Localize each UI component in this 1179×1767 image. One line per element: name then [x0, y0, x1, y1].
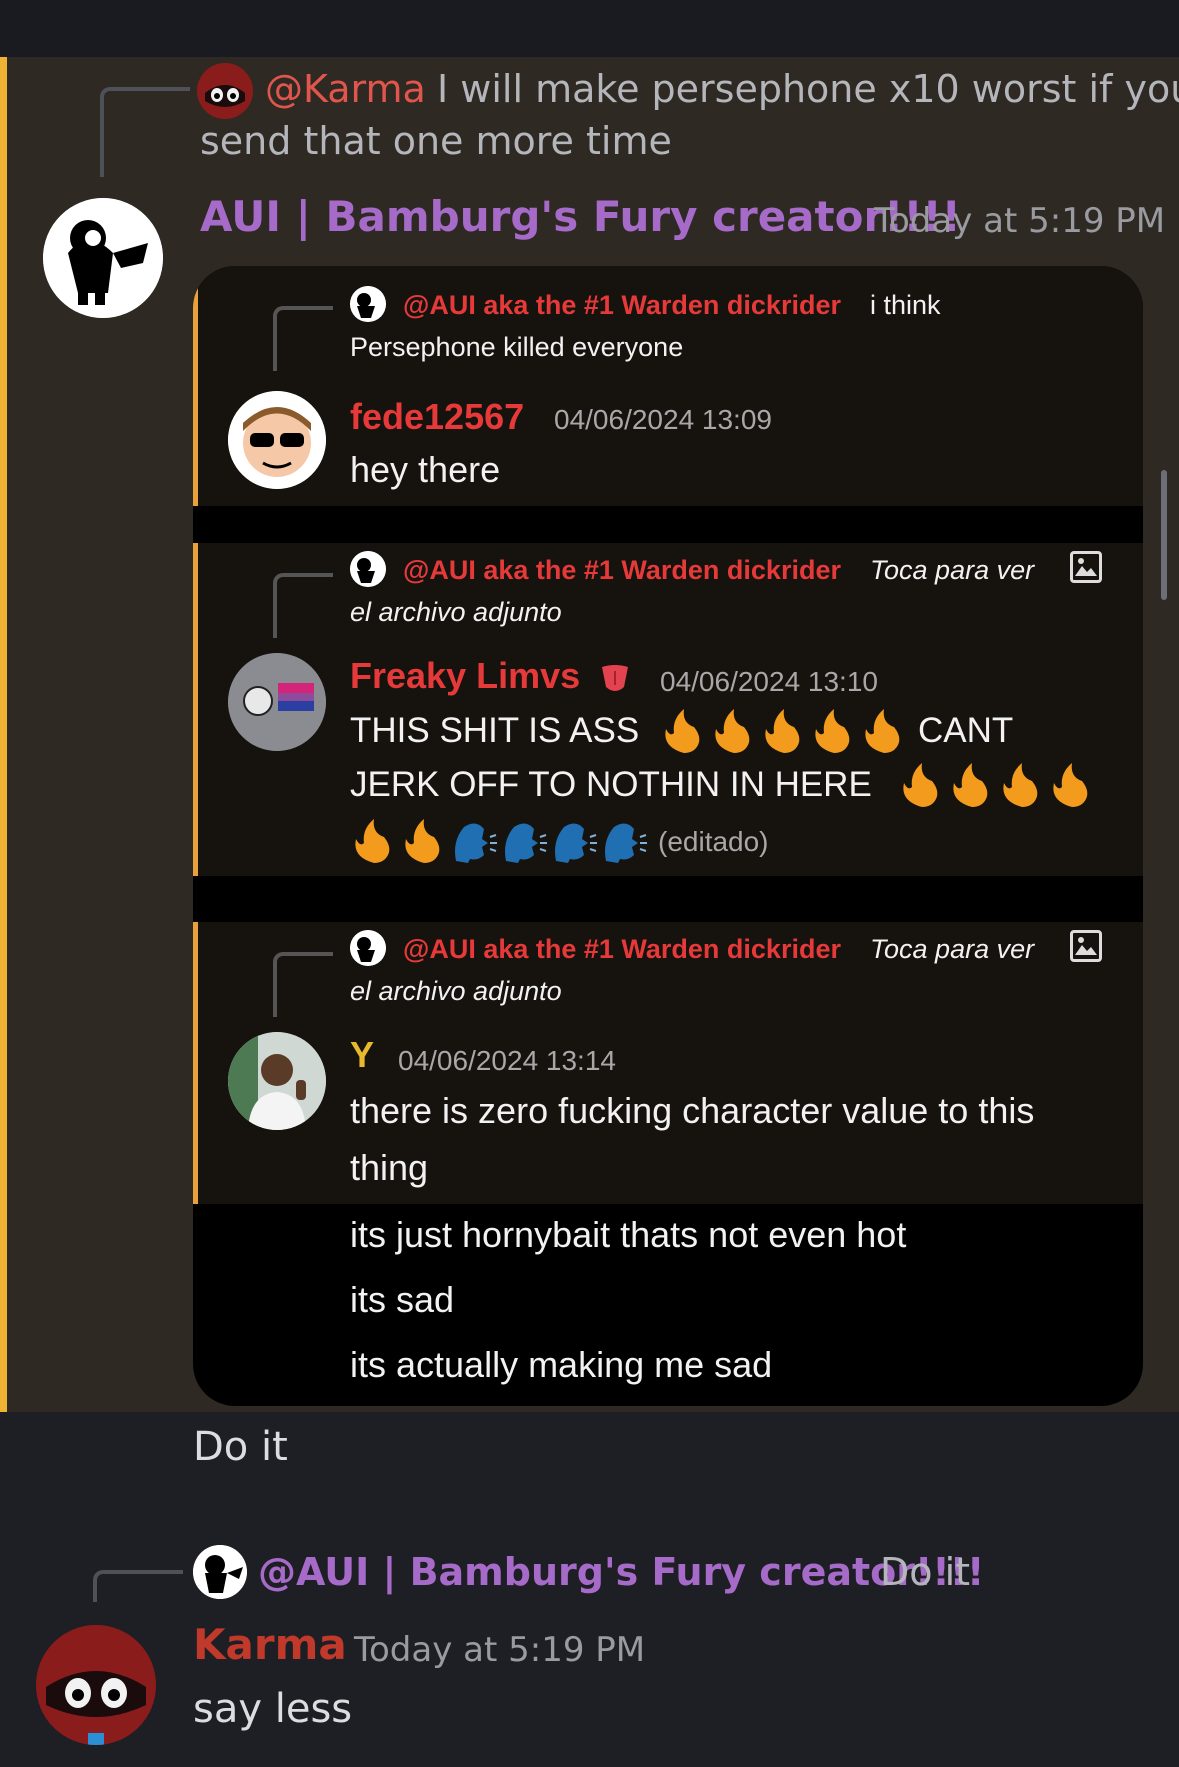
embedded-reply-avatar [350, 551, 386, 587]
author-avatar-karma[interactable] [36, 1625, 156, 1745]
embedded-message-3: @AUI aka the #1 Warden dickrider Toca pa… [193, 922, 1143, 1204]
fire-emoji-row-2 [898, 761, 1098, 813]
embedded-reply-avatar [350, 930, 386, 966]
embedded-avatar-y [228, 1032, 326, 1130]
message-timestamp-karma: Today at 5:19 PM [354, 1630, 646, 1670]
embedded-avatar-fede [228, 391, 326, 489]
embedded-reply-text2: el archivo adjunto [350, 597, 562, 627]
reply-preview-2: Do it [880, 1550, 971, 1594]
embedded-reply-mention: @AUI aka the #1 Warden dickrider [403, 934, 841, 964]
reply-avatar-karma[interactable] [197, 63, 253, 119]
reply-avatar-aui[interactable] [193, 1545, 247, 1599]
image-attachment-icon [1070, 551, 1102, 583]
author-avatar[interactable] [43, 198, 163, 318]
attached-image[interactable]: @AUI aka the #1 Warden dickrider i think… [193, 266, 1143, 1406]
embedded-time-fede: 04/06/2024 13:09 [554, 404, 772, 435]
image-attachment-icon [1070, 930, 1102, 962]
tongue-emoji-icon [598, 661, 632, 695]
message-timestamp: Today at 5:19 PM [874, 201, 1166, 241]
embedded-body-line1b: CANT [918, 711, 1014, 750]
message-author-karma[interactable]: Karma [193, 1620, 347, 1669]
embedded-body-line1: THIS SHIT IS ASS [350, 711, 640, 750]
karma-face-icon [197, 63, 253, 119]
embedded-body-y-line1: there is zero fucking character value to… [350, 1090, 1035, 1131]
embedded-reply-avatar [350, 286, 386, 322]
edited-label: (editado) [658, 826, 769, 857]
embedded-reply-text: i think [870, 290, 941, 320]
bamburg-mini-icon [350, 286, 386, 322]
reply-preview-line2: send that one more time [200, 119, 672, 163]
sunglasses-face-icon [228, 391, 326, 489]
embedded-author-fede: fede12567 [350, 396, 525, 437]
embedded-extra-line-2: its sad [350, 1279, 455, 1320]
message-body-karma: say less [193, 1686, 353, 1732]
embedded-reply-connector [273, 306, 333, 371]
embedded-body-line2: JERK OFF TO NOTHIN IN HERE [350, 765, 872, 804]
reply-mention-2[interactable]: @AUI | Bamburg's Fury creator!!!! [258, 1550, 984, 1594]
karma-face-icon [36, 1625, 156, 1745]
embedded-author-y: Y [350, 1034, 375, 1075]
person-photo-icon [228, 1032, 326, 1130]
reply-preview-line1: I will make persephone x10 worst if you [437, 67, 1179, 111]
fire-emoji-row-1 [660, 707, 910, 759]
embedded-reply-mention: @AUI aka the #1 Warden dickrider [403, 290, 841, 320]
scrollbar[interactable] [1161, 470, 1167, 600]
embedded-message-1: @AUI aka the #1 Warden dickrider i think… [193, 266, 1143, 506]
embedded-extra-line-3: its actually making me sad [350, 1344, 773, 1385]
embedded-body-y-line2: thing [350, 1147, 429, 1188]
embedded-extra-line-1: its just hornybait thats not even hot [350, 1214, 907, 1255]
embedded-reply-text: Toca para ver [870, 934, 1035, 964]
embedded-body-fede: hey there [350, 449, 501, 490]
reply-connector [100, 87, 190, 177]
embedded-reply-connector [273, 573, 333, 638]
flag-avatar-icon [228, 653, 326, 751]
top-bar [0, 0, 1179, 57]
reply-connector-2 [93, 1570, 183, 1602]
embedded-reply-connector [273, 952, 333, 1017]
embedded-reply-mention: @AUI aka the #1 Warden dickrider [403, 555, 841, 585]
bamburg-mini-icon [193, 1545, 247, 1599]
embedded-reply-text: Toca para ver [870, 555, 1035, 585]
bamburg-mini-icon [350, 930, 386, 966]
embedded-reply-text2: Persephone killed everyone [350, 332, 684, 362]
embedded-author-limvs: Freaky Limvs [350, 655, 581, 696]
bamburg-avatar-icon [43, 198, 163, 318]
embedded-avatar-limvs [228, 653, 326, 751]
fire-and-speaking-head-emoji-row [350, 817, 650, 869]
embedded-message-2: @AUI aka the #1 Warden dickrider Toca pa… [193, 543, 1143, 876]
reply-mention[interactable]: @Karma [265, 67, 426, 111]
embedded-time-limvs: 04/06/2024 13:10 [660, 666, 878, 697]
message-author[interactable]: AUI | Bamburg's Fury creator!!!! [200, 192, 961, 241]
embedded-time-y: 04/06/2024 13:14 [398, 1045, 616, 1076]
bamburg-mini-icon [350, 551, 386, 587]
message-caption: Do it [193, 1424, 288, 1470]
embedded-reply-text2: el archivo adjunto [350, 976, 562, 1006]
